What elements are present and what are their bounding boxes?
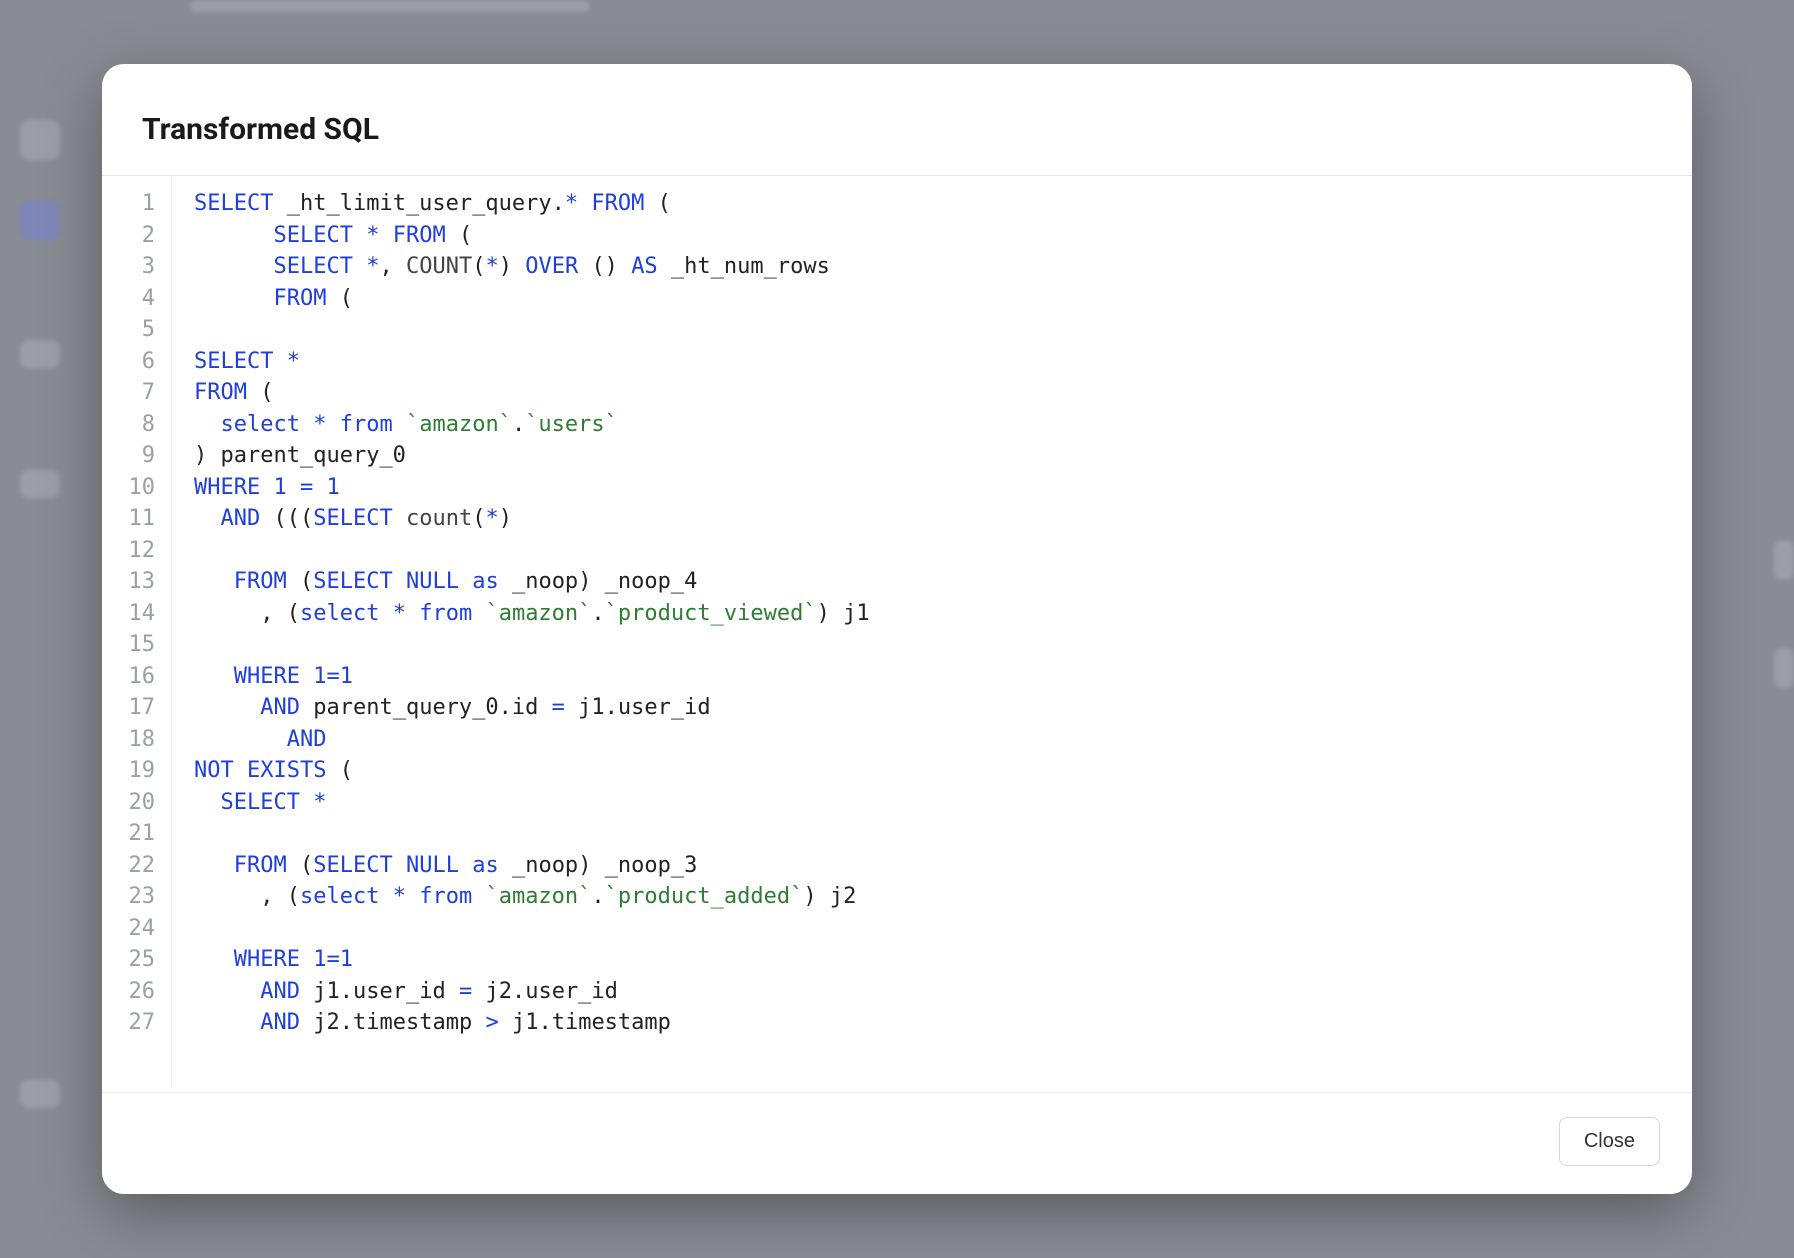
line-number: 4 [102,283,155,315]
line-number: 21 [102,818,155,850]
line-number: 24 [102,913,155,945]
line-number: 12 [102,535,155,567]
line-number: 9 [102,440,155,472]
line-number: 15 [102,629,155,661]
line-number: 16 [102,661,155,693]
code-line: AND j2.timestamp > j1.timestamp [194,1007,1676,1039]
modal-title: Transformed SQL [142,112,1652,147]
code-line [194,913,1676,945]
code-line: SELECT * FROM ( [194,220,1676,252]
code-line: AND parent_query_0.id = j1.user_id [194,692,1676,724]
line-number: 22 [102,850,155,882]
code-line: FROM ( [194,283,1676,315]
line-number: 8 [102,409,155,441]
line-number: 27 [102,1007,155,1039]
line-number: 7 [102,377,155,409]
code-viewer: 1234567891011121314151617181920212223242… [102,176,1692,1092]
code-line [194,314,1676,346]
line-number: 17 [102,692,155,724]
code-line: AND j1.user_id = j2.user_id [194,976,1676,1008]
line-number: 13 [102,566,155,598]
code-line: FROM (SELECT NULL as _noop) _noop_3 [194,850,1676,882]
transformed-sql-modal: Transformed SQL 123456789101112131415161… [102,64,1692,1194]
code-line: SELECT * [194,346,1676,378]
code-line: AND (((SELECT count(*) [194,503,1676,535]
line-number: 6 [102,346,155,378]
code-gutter: 1234567891011121314151617181920212223242… [102,176,172,1092]
line-number: 14 [102,598,155,630]
line-number: 3 [102,251,155,283]
line-number: 26 [102,976,155,1008]
code-line: select * from `amazon`.`users` [194,409,1676,441]
code-line: SELECT *, COUNT(*) OVER () AS _ht_num_ro… [194,251,1676,283]
code-line: FROM (SELECT NULL as _noop) _noop_4 [194,566,1676,598]
line-number: 10 [102,472,155,504]
code-line [194,818,1676,850]
code-content[interactable]: SELECT _ht_limit_user_query.* FROM ( SEL… [172,176,1692,1092]
line-number: 5 [102,314,155,346]
line-number: 18 [102,724,155,756]
code-line: FROM ( [194,377,1676,409]
code-line: SELECT * [194,787,1676,819]
code-line: ) parent_query_0 [194,440,1676,472]
code-line [194,535,1676,567]
modal-footer: Close [102,1092,1692,1194]
code-line [194,629,1676,661]
line-number: 11 [102,503,155,535]
modal-header: Transformed SQL [102,64,1692,175]
line-number: 23 [102,881,155,913]
code-line: NOT EXISTS ( [194,755,1676,787]
code-line: SELECT _ht_limit_user_query.* FROM ( [194,188,1676,220]
close-button[interactable]: Close [1559,1117,1660,1166]
line-number: 25 [102,944,155,976]
line-number: 2 [102,220,155,252]
code-line: WHERE 1=1 [194,661,1676,693]
line-number: 19 [102,755,155,787]
code-line: WHERE 1=1 [194,944,1676,976]
code-line: , (select * from `amazon`.`product_viewe… [194,598,1676,630]
line-number: 1 [102,188,155,220]
code-line: WHERE 1 = 1 [194,472,1676,504]
code-line: AND [194,724,1676,756]
code-line: , (select * from `amazon`.`product_added… [194,881,1676,913]
line-number: 20 [102,787,155,819]
